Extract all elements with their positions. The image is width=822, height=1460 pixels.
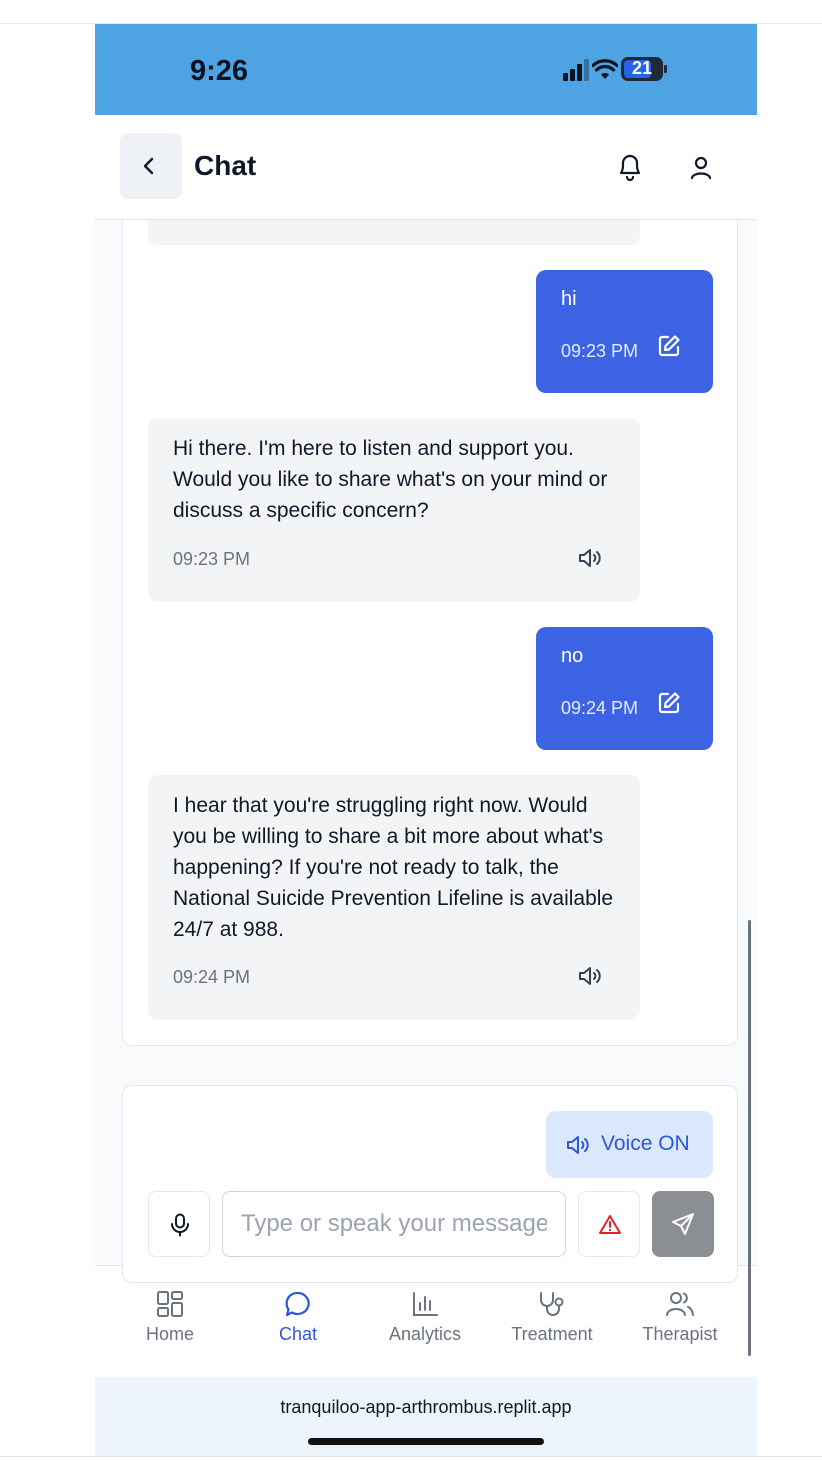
voice-toggle-label: Voice ON	[601, 1132, 690, 1155]
status-time: 9:26	[190, 55, 249, 87]
previous-message-bubble	[148, 220, 640, 245]
edit-icon[interactable]	[657, 691, 681, 715]
app-header: Chat	[95, 115, 757, 220]
assistant-message: I hear that you're struggling right now.…	[148, 775, 640, 1020]
status-icons: 21	[563, 56, 673, 84]
message-time: 09:23 PM	[561, 341, 639, 361]
signal-icon	[563, 59, 589, 81]
battery-icon: 21	[621, 57, 663, 81]
users-icon	[666, 1292, 694, 1316]
bar-chart-icon	[413, 1292, 438, 1316]
chevron-left-icon	[143, 157, 154, 175]
user-icon[interactable]	[689, 155, 713, 181]
battery-level: 21	[631, 58, 653, 78]
message-composer: Voice ON	[122, 1085, 738, 1283]
nav-label: Therapist	[642, 1324, 718, 1344]
send-button[interactable]	[652, 1191, 714, 1257]
nav-item-home[interactable]: Home	[115, 1290, 225, 1360]
browser-url-bar[interactable]: tranquiloo-app-arthrombus.replit.app	[95, 1377, 757, 1456]
speaker-icon	[567, 1136, 589, 1154]
message-text: Hi there. I'm here to listen and support…	[173, 437, 608, 522]
warning-triangle-icon	[599, 1215, 621, 1234]
microphone-button[interactable]	[148, 1191, 210, 1257]
user-message: hi 09:23 PM	[536, 270, 713, 393]
status-bar: 9:26 21	[95, 24, 757, 115]
chat-messages-panel[interactable]: hi 09:23 PM Hi there. I'm here to listen…	[122, 220, 738, 1046]
nav-item-therapist[interactable]: Therapist	[625, 1290, 735, 1360]
bell-icon[interactable]	[615, 151, 645, 183]
page-title: Chat	[194, 150, 257, 181]
nav-item-chat[interactable]: Chat	[243, 1290, 353, 1360]
speaker-icon[interactable]	[578, 547, 604, 569]
nav-label: Analytics	[388, 1324, 462, 1344]
message-text: I hear that you're struggling right now.…	[173, 794, 614, 941]
bottom-divider	[0, 1456, 822, 1457]
phone-screen: 9:26 21 Chat hi 09:23 PM Hi there. I'm h…	[95, 24, 757, 1456]
nav-item-analytics[interactable]: Analytics	[370, 1290, 480, 1360]
voice-toggle-button[interactable]: Voice ON	[546, 1111, 713, 1178]
user-message: no 09:24 PM	[536, 627, 713, 750]
nav-label: Treatment	[511, 1324, 593, 1344]
edit-icon[interactable]	[657, 334, 681, 358]
back-button[interactable]	[120, 133, 182, 199]
message-time: 09:24 PM	[561, 698, 639, 718]
chat-bubble-icon	[285, 1291, 310, 1317]
assistant-message: Hi there. I'm here to listen and support…	[148, 418, 640, 602]
microphone-icon	[171, 1213, 189, 1237]
message-time: 09:23 PM	[173, 549, 251, 569]
home-indicator[interactable]	[308, 1438, 544, 1445]
url-text: tranquiloo-app-arthrombus.replit.app	[280, 1397, 572, 1417]
speaker-icon[interactable]	[578, 965, 604, 987]
grid-icon	[157, 1291, 183, 1317]
message-input[interactable]	[222, 1191, 566, 1257]
message-time: 09:24 PM	[173, 967, 251, 987]
page: 9:26 21 Chat hi 09:23 PM Hi there. I'm h…	[0, 0, 822, 1460]
stethoscope-icon	[540, 1292, 564, 1316]
wifi-icon	[592, 59, 618, 79]
message-text: no	[561, 645, 584, 667]
nav-label: Home	[145, 1324, 194, 1344]
scrollbar[interactable]	[748, 920, 751, 1356]
message-text: hi	[561, 288, 577, 310]
send-icon	[672, 1213, 694, 1235]
nav-label: Chat	[278, 1324, 318, 1344]
crisis-alert-button[interactable]	[578, 1191, 640, 1257]
nav-item-treatment[interactable]: Treatment	[497, 1290, 607, 1360]
